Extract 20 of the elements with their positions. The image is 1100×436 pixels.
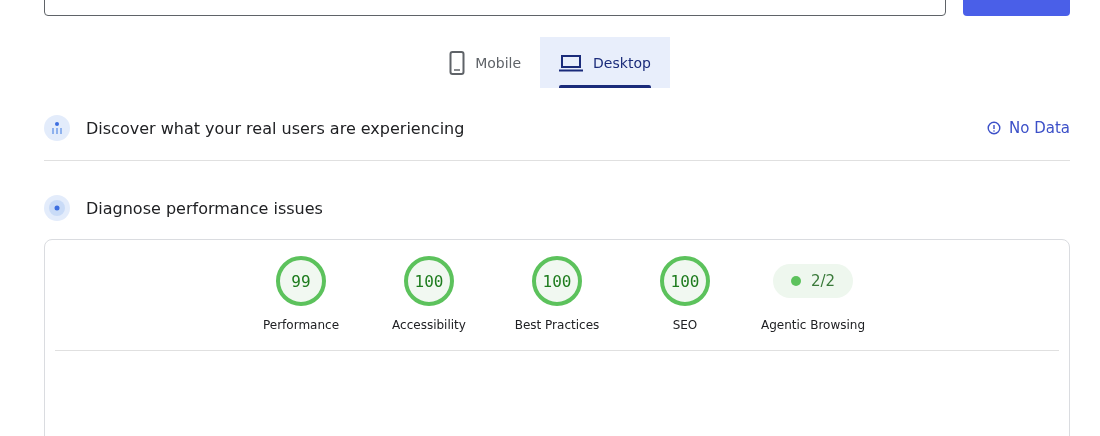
score-label: Best Practices	[514, 318, 600, 332]
info-icon	[987, 121, 1001, 135]
no-data-link[interactable]: No Data	[987, 119, 1070, 137]
phone-icon	[449, 50, 466, 75]
score-gauge: 100	[402, 254, 456, 308]
device-tab[interactable]: Desktop	[540, 37, 670, 88]
score-gauge: 100	[530, 254, 584, 308]
section-title: Diagnose performance issues	[86, 198, 324, 218]
score-label: SEO	[672, 318, 698, 332]
users-chart-icon	[44, 115, 70, 141]
target-icon	[44, 195, 70, 221]
laptop-icon	[559, 53, 584, 72]
score-gauge: 100	[658, 254, 712, 308]
section-title: Discover what your real users are experiencing	[86, 118, 466, 138]
score-badge: 2/2	[772, 264, 854, 298]
score-label: Accessibility	[392, 318, 466, 332]
device-tab[interactable]: Mobile	[430, 37, 541, 88]
score-label: Agentic Browsing	[760, 318, 866, 332]
score-label: Performance	[262, 318, 339, 332]
score-gauge: 99	[274, 254, 328, 308]
